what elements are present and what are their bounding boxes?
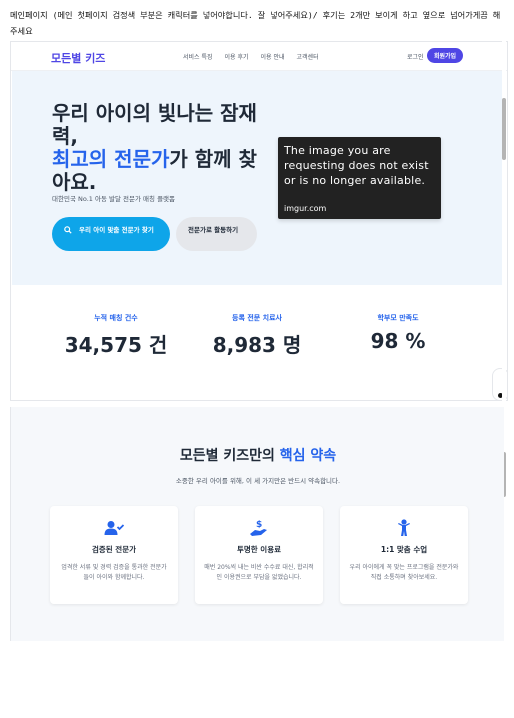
promise-card-title: 검증된 전문가 (91, 545, 136, 554)
find-expert-label: 우리 아이 맞춤 전문가 찾기 (79, 226, 154, 234)
hero-title-line1: 우리 아이의 빛나는 잠재력, (52, 101, 257, 148)
missing-image-source: imgur.com (284, 204, 327, 213)
missing-image-message: The image you are requesting does not ex… (284, 144, 429, 187)
promise-title-accent: 핵심 약속 (279, 448, 337, 464)
scrollbar-thumb[interactable] (502, 98, 506, 160)
login-link[interactable]: 로그인 (407, 52, 424, 61)
become-expert-button[interactable]: 전문가로 활동하기 (176, 217, 257, 251)
nav-menu: 서비스 특징 이용 후기 이용 안내 고객센터 (183, 52, 319, 61)
svg-text:$: $ (256, 520, 262, 530)
hero-title: 우리 아이의 빛나는 잠재력, 최고의 전문가가 함께 찾아요. (52, 102, 262, 194)
promise-card-pricing: $ 투명한 이용료 매번 20%씩 내는 비싼 수수료 대신, 합리적인 이용권… (195, 506, 323, 604)
user-check-icon (50, 519, 178, 537)
stat-label: 학부모 만족도 (377, 314, 419, 322)
promise-card-title: 투명한 이용료 (236, 545, 281, 554)
stat-value: 34,575 건 (64, 333, 168, 357)
find-expert-button[interactable]: 우리 아이 맞춤 전문가 찾기 (52, 217, 170, 251)
nav-item-support[interactable]: 고객센터 (297, 52, 319, 61)
promise-section: 모든별 키즈만의 핵심 약속 소중한 우리 아이를 위해, 이 세 가지만은 반… (10, 407, 504, 641)
stats-section: 누적 매칭 건수 34,575 건 등록 전문 치료사 8,983 명 학부모 … (12, 285, 502, 375)
stat-value: 98 % (370, 329, 426, 353)
stat-satisfaction: 학부모 만족도 98 % (328, 313, 468, 353)
promise-title: 모든별 키즈만의 핵심 약속 (11, 445, 505, 465)
instruction-note: 메인페이지 (메인 첫페이지 검정색 부분은 캐릭터를 넣어야합니다. 잘 넣어… (10, 10, 501, 36)
stat-therapists: 등록 전문 치료사 8,983 명 (187, 313, 327, 358)
stat-value: 8,983 명 (212, 333, 302, 357)
signup-button[interactable]: 회원가입 (427, 48, 463, 63)
hero-section: 우리 아이의 빛나는 잠재력, 최고의 전문가가 함께 찾아요. 대한민국 No… (12, 71, 502, 285)
promise-card-custom-class: 1:1 맞춤 수업 우리 아이에게 꼭 맞는 프로그램을 전문가와 직접 소통하… (340, 506, 468, 604)
dollar-hand-icon: $ (195, 519, 323, 537)
promise-title-plain: 모든별 키즈만의 (179, 448, 280, 464)
hero-subtitle: 대한민국 No.1 아동 발달 전문가 매칭 플랫폼 (52, 195, 176, 203)
promise-card-desc: 우리 아이에게 꼭 맞는 프로그램을 전문가와 직접 소통하며 찾아보세요. (349, 564, 459, 581)
missing-image-placeholder: The image you are requesting does not ex… (278, 137, 441, 219)
promise-card-title: 1:1 맞춤 수업 (380, 545, 428, 554)
stat-matches: 누적 매칭 건수 34,575 건 (46, 313, 186, 358)
child-icon (340, 519, 468, 537)
promise-card-verified: 검증된 전문가 엄격한 서류 및 경력 검증을 통과한 전문가들이 아이와 함께… (50, 506, 178, 604)
top-navbar: 모든별 키즈 서비스 특징 이용 후기 이용 안내 고객센터 로그인 회원가입 (11, 42, 507, 71)
search-icon (64, 226, 72, 237)
promise-subtitle: 소중한 우리 아이를 위해, 이 세 가지만은 반드시 약속합니다. (175, 477, 341, 485)
hero-title-accent: 최고의 전문가 (52, 147, 170, 171)
browser-viewport-hero: 모든별 키즈 서비스 특징 이용 후기 이용 안내 고객센터 로그인 회원가입 … (10, 41, 508, 401)
stat-label: 등록 전문 치료사 (232, 314, 282, 322)
site-logo[interactable]: 모든별 키즈 (51, 50, 105, 66)
promise-card-desc: 매번 20%씩 내는 비싼 수수료 대신, 합리적인 이용권으로 부담을 없앴습… (204, 564, 314, 581)
promise-card-desc: 엄격한 서류 및 경력 검증을 통과한 전문가들이 아이와 함께합니다. (61, 564, 167, 581)
stat-label: 누적 매칭 건수 (94, 314, 138, 322)
nav-item-features[interactable]: 서비스 특징 (183, 52, 213, 61)
nav-item-guide[interactable]: 이용 안내 (261, 52, 285, 61)
nav-item-reviews[interactable]: 이용 후기 (225, 52, 249, 61)
